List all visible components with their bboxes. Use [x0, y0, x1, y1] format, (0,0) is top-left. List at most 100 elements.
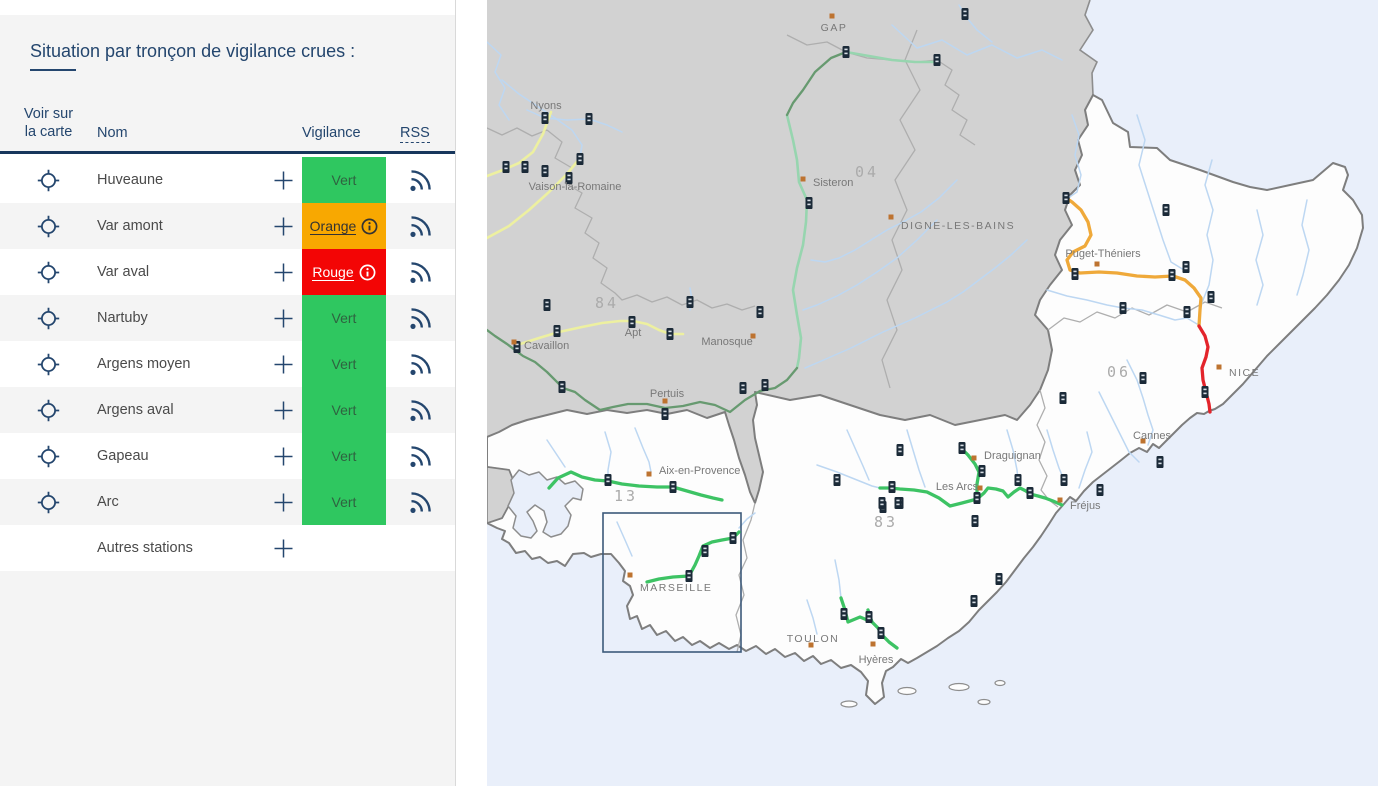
plus-icon[interactable] — [273, 216, 294, 237]
rss-feed-icon[interactable] — [407, 489, 434, 516]
plus-icon[interactable] — [273, 492, 294, 513]
crosshair-locate-icon[interactable] — [37, 491, 60, 514]
station-marker[interactable] — [1208, 291, 1215, 303]
plus-icon[interactable] — [273, 262, 294, 283]
plus-icon[interactable] — [273, 446, 294, 467]
station-marker[interactable] — [1169, 269, 1176, 281]
vigilance-badge[interactable]: Orange — [302, 203, 386, 249]
station-marker[interactable] — [757, 306, 764, 318]
station-marker-tick — [1164, 211, 1167, 213]
station-marker[interactable] — [554, 325, 561, 337]
plus-icon[interactable] — [273, 400, 294, 421]
station-marker-tick — [671, 484, 674, 486]
info-icon[interactable] — [359, 264, 376, 281]
station-marker[interactable] — [1015, 474, 1022, 486]
station-marker[interactable] — [662, 408, 669, 420]
station-marker[interactable] — [577, 153, 584, 165]
station-marker-tick — [1141, 379, 1144, 381]
station-marker[interactable] — [996, 573, 1003, 585]
station-marker[interactable] — [841, 608, 848, 620]
station-marker[interactable] — [586, 113, 593, 125]
station-marker[interactable] — [979, 465, 986, 477]
rss-feed-icon[interactable] — [407, 351, 434, 378]
plus-icon[interactable] — [273, 538, 294, 559]
station-marker[interactable] — [959, 442, 966, 454]
rss-feed-icon[interactable] — [407, 259, 434, 286]
rss-feed-icon[interactable] — [407, 167, 434, 194]
station-marker[interactable] — [730, 532, 737, 544]
station-marker[interactable] — [974, 492, 981, 504]
vigilance-badge[interactable]: Rouge — [302, 249, 386, 295]
station-marker[interactable] — [542, 112, 549, 124]
vigilance-level-label[interactable]: Orange — [310, 218, 357, 235]
rss-feed-icon[interactable] — [407, 213, 434, 240]
station-marker[interactable] — [972, 515, 979, 527]
station-marker[interactable] — [1120, 302, 1127, 314]
station-marker[interactable] — [806, 197, 813, 209]
vigilance-badge: Vert — [302, 295, 386, 341]
station-marker[interactable] — [686, 570, 693, 582]
station-marker[interactable] — [971, 595, 978, 607]
station-marker[interactable] — [1163, 204, 1170, 216]
rss-feed-icon[interactable] — [407, 305, 434, 332]
station-marker[interactable] — [879, 497, 886, 509]
station-marker[interactable] — [559, 381, 566, 393]
station-marker[interactable] — [866, 611, 873, 623]
crosshair-locate-icon[interactable] — [37, 307, 60, 330]
station-marker[interactable] — [934, 54, 941, 66]
station-marker[interactable] — [1027, 487, 1034, 499]
plus-icon[interactable] — [273, 170, 294, 191]
station-marker[interactable] — [1157, 456, 1164, 468]
station-marker[interactable] — [1097, 484, 1104, 496]
crosshair-locate-icon[interactable] — [37, 445, 60, 468]
station-marker[interactable] — [889, 481, 896, 493]
flood-vigilance-map[interactable]: GAPNyonsVaison-la-RomaineSisteronDIGNE-L… — [487, 0, 1378, 786]
station-marker-tick — [960, 445, 963, 447]
see-on-map-cell — [0, 491, 97, 514]
station-marker[interactable] — [1140, 372, 1147, 384]
crosshair-locate-icon[interactable] — [37, 353, 60, 376]
station-marker[interactable] — [834, 474, 841, 486]
see-on-map-cell — [0, 261, 97, 284]
station-marker[interactable] — [843, 46, 850, 58]
crosshair-locate-icon[interactable] — [37, 399, 60, 422]
station-marker[interactable] — [702, 545, 709, 557]
station-marker[interactable] — [740, 382, 747, 394]
station-marker[interactable] — [670, 481, 677, 493]
vigilance-level-label[interactable]: Rouge — [312, 264, 353, 281]
station-marker[interactable] — [1072, 268, 1079, 280]
station-marker[interactable] — [605, 474, 612, 486]
station-marker[interactable] — [1183, 261, 1190, 273]
station-marker[interactable] — [542, 165, 549, 177]
station-marker[interactable] — [544, 299, 551, 311]
station-marker[interactable] — [503, 161, 510, 173]
station-marker[interactable] — [962, 8, 969, 20]
station-marker[interactable] — [878, 627, 885, 639]
crosshair-locate-icon[interactable] — [37, 261, 60, 284]
station-marker[interactable] — [522, 161, 529, 173]
station-marker[interactable] — [897, 444, 904, 456]
plus-icon[interactable] — [273, 308, 294, 329]
station-marker[interactable] — [1060, 392, 1067, 404]
map-canvas[interactable]: GAPNyonsVaison-la-RomaineSisteronDIGNE-L… — [487, 0, 1378, 786]
station-marker[interactable] — [1202, 386, 1209, 398]
station-marker[interactable] — [762, 379, 769, 391]
crosshair-locate-icon[interactable] — [37, 169, 60, 192]
station-marker-tick — [973, 518, 976, 520]
station-marker[interactable] — [1184, 306, 1191, 318]
rss-feed-icon[interactable] — [407, 443, 434, 470]
station-marker[interactable] — [687, 296, 694, 308]
vigilance-level-label: Vert — [332, 402, 357, 418]
crosshair-locate-icon[interactable] — [37, 215, 60, 238]
city-label: GAP — [821, 22, 848, 34]
station-marker-tick — [1016, 477, 1019, 479]
river-section-name: Autres stations — [97, 540, 264, 556]
station-marker[interactable] — [667, 328, 674, 340]
station-marker[interactable] — [1061, 474, 1068, 486]
station-marker[interactable] — [895, 497, 902, 509]
plus-icon[interactable] — [273, 354, 294, 375]
rss-feed-icon[interactable] — [407, 397, 434, 424]
station-marker-tick — [741, 385, 744, 387]
station-marker[interactable] — [1063, 192, 1070, 204]
info-icon[interactable] — [361, 218, 378, 235]
